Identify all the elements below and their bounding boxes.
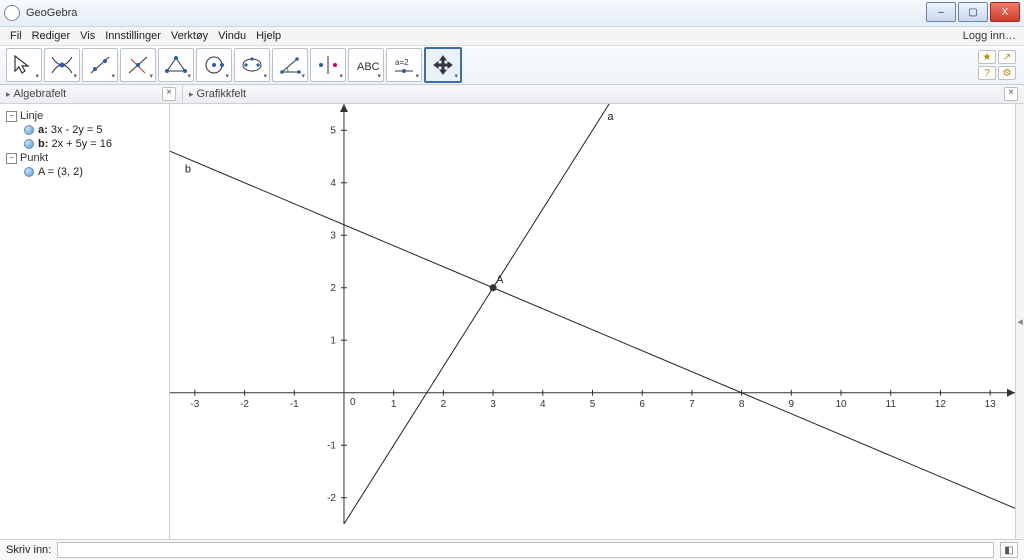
svg-text:0: 0 bbox=[350, 397, 356, 408]
menu-vis[interactable]: Vis bbox=[76, 30, 99, 42]
svg-text:3: 3 bbox=[330, 230, 336, 241]
toolbar-share-button[interactable]: ↗ bbox=[998, 50, 1016, 64]
graphics-view[interactable]: -3-2-1012345678910111213-2-112345abA bbox=[170, 104, 1015, 539]
algebra-item-b[interactable]: b: 2x + 5y = 16 bbox=[24, 138, 163, 150]
svg-text:ABC: ABC bbox=[357, 61, 379, 73]
menu-fil[interactable]: Fil bbox=[6, 30, 26, 42]
graphics-panel-header: ▸Grafikkfelt × bbox=[183, 85, 1024, 103]
svg-text:-1: -1 bbox=[290, 399, 299, 410]
svg-text:8: 8 bbox=[739, 399, 745, 410]
window-close-button[interactable]: X bbox=[990, 2, 1020, 22]
menu-vindu[interactable]: Vindu bbox=[214, 30, 250, 42]
tool-reflect[interactable]: ▾ bbox=[310, 48, 346, 82]
input-field[interactable] bbox=[57, 542, 994, 558]
svg-text:6: 6 bbox=[639, 399, 645, 410]
svg-text:10: 10 bbox=[835, 399, 847, 410]
svg-text:b: b bbox=[185, 163, 191, 175]
graphics-panel-close-button[interactable]: × bbox=[1004, 87, 1018, 101]
toolbar-gear-button[interactable]: ⚙ bbox=[998, 66, 1016, 80]
titlebar: GeoGebra – ▢ X bbox=[0, 0, 1024, 27]
toolbar: ▾ ▾ ▾ ▾ ▾ ▾ ▾ ▾ ▾ ABC▾ a=2▾ ▾ ★ ↗ ? ⚙ bbox=[0, 46, 1024, 85]
svg-text:11: 11 bbox=[886, 399, 897, 410]
tool-slider[interactable]: a=2▾ bbox=[386, 48, 422, 82]
algebra-group-linje[interactable]: −Linje bbox=[6, 110, 163, 122]
svg-text:-1: -1 bbox=[327, 440, 336, 451]
svg-text:2: 2 bbox=[441, 399, 447, 410]
toolbar-star-button[interactable]: ★ bbox=[978, 50, 996, 64]
algebra-group-label: Punkt bbox=[20, 152, 48, 164]
toolbar-help-button[interactable]: ? bbox=[978, 66, 996, 80]
tool-angle[interactable]: ▾ bbox=[272, 48, 308, 82]
svg-text:12: 12 bbox=[935, 399, 947, 410]
input-bar: Skriv inn: ◧ bbox=[0, 539, 1024, 560]
tool-move[interactable]: ▾ bbox=[6, 48, 42, 82]
expand-icon[interactable]: ▸ bbox=[6, 89, 11, 99]
algebra-panel-title: Algebrafelt bbox=[14, 88, 67, 100]
tool-line[interactable]: ▾ bbox=[82, 48, 118, 82]
svg-text:5: 5 bbox=[330, 125, 336, 136]
window-maximize-button[interactable]: ▢ bbox=[958, 2, 988, 22]
app-logo-icon bbox=[4, 5, 20, 21]
tool-ellipse[interactable]: ▾ bbox=[234, 48, 270, 82]
collapse-icon[interactable]: − bbox=[6, 153, 17, 164]
algebra-panel-close-button[interactable]: × bbox=[162, 87, 176, 101]
svg-text:1: 1 bbox=[391, 399, 397, 410]
window-minimize-button[interactable]: – bbox=[926, 2, 956, 22]
side-handle[interactable]: ◂ bbox=[1015, 104, 1024, 539]
visibility-icon[interactable] bbox=[24, 125, 34, 135]
visibility-icon[interactable] bbox=[24, 139, 34, 149]
graphics-panel-title: Grafikkfelt bbox=[197, 88, 247, 100]
svg-text:13: 13 bbox=[985, 399, 997, 410]
input-label: Skriv inn: bbox=[6, 544, 51, 556]
collapse-icon[interactable]: − bbox=[6, 111, 17, 122]
menubar: Fil Rediger Vis Innstillinger Verktøy Vi… bbox=[0, 27, 1024, 46]
menu-hjelp[interactable]: Hjelp bbox=[252, 30, 285, 42]
login-link[interactable]: Logg inn… bbox=[963, 30, 1016, 42]
expand-icon[interactable]: ▸ bbox=[189, 89, 194, 99]
menu-rediger[interactable]: Rediger bbox=[28, 30, 75, 42]
algebra-group-label: Linje bbox=[20, 110, 43, 122]
svg-text:A: A bbox=[496, 274, 504, 286]
visibility-icon[interactable] bbox=[24, 167, 34, 177]
algebra-item-a[interactable]: a: 3x - 2y = 5 bbox=[24, 124, 163, 136]
tool-circle[interactable]: ▾ bbox=[196, 48, 232, 82]
svg-text:4: 4 bbox=[330, 178, 336, 189]
tool-move-graphics[interactable]: ▾ bbox=[424, 47, 462, 83]
svg-text:2: 2 bbox=[330, 283, 336, 294]
menu-verktoy[interactable]: Verktøy bbox=[167, 30, 212, 42]
svg-text:a: a bbox=[607, 111, 614, 123]
app-title: GeoGebra bbox=[26, 7, 77, 19]
algebra-panel: −Linje a: 3x - 2y = 5 b: 2x + 5y = 16 −P… bbox=[0, 104, 170, 539]
svg-text:9: 9 bbox=[789, 399, 795, 410]
svg-text:7: 7 bbox=[689, 399, 695, 410]
algebra-item-a-point[interactable]: A = (3, 2) bbox=[24, 166, 163, 178]
svg-text:5: 5 bbox=[590, 399, 596, 410]
svg-text:-2: -2 bbox=[240, 399, 249, 410]
tool-polygon[interactable]: ▾ bbox=[158, 48, 194, 82]
svg-text:3: 3 bbox=[490, 399, 496, 410]
menu-innstillinger[interactable]: Innstillinger bbox=[101, 30, 165, 42]
svg-text:-2: -2 bbox=[327, 493, 336, 504]
svg-text:4: 4 bbox=[540, 399, 546, 410]
svg-text:1: 1 bbox=[330, 335, 336, 346]
tool-text[interactable]: ABC▾ bbox=[348, 48, 384, 82]
svg-text:-3: -3 bbox=[190, 399, 199, 410]
input-dropdown-button[interactable]: ◧ bbox=[1000, 542, 1018, 558]
algebra-group-punkt[interactable]: −Punkt bbox=[6, 152, 163, 164]
tool-point[interactable]: ▾ bbox=[44, 48, 80, 82]
svg-text:a=2: a=2 bbox=[395, 58, 409, 67]
algebra-panel-header: ▸Algebrafelt × bbox=[0, 85, 183, 103]
tool-perpendicular[interactable]: ▾ bbox=[120, 48, 156, 82]
